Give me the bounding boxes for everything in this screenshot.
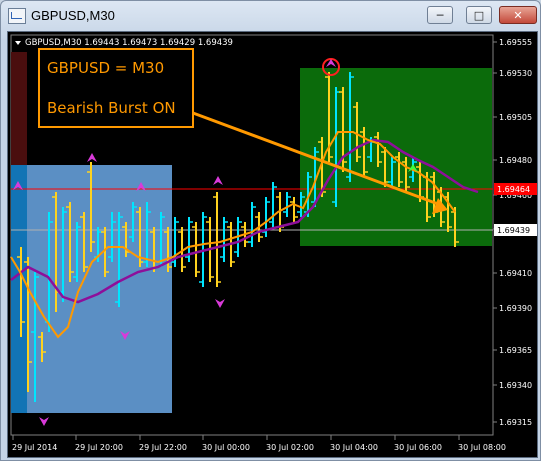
price-tick-label: 1.69315	[499, 418, 532, 427]
buy-arrow-icon	[213, 176, 223, 185]
buy-arrow-icon	[87, 153, 97, 162]
time-scale: 29 Jul 2014 29 Jul 20:00 29 Jul 22:00 30 Ju…	[12, 435, 506, 452]
chart-window: GBPUSD,M30 ─ □ ✕ GBPUSD = M30 Bearish Bu…	[0, 0, 541, 461]
chart-area[interactable]: GBPUSD = M30 Bearish Burst ON GBPUSD,M30…	[7, 31, 538, 458]
price-tick-label: 1.69410	[499, 269, 532, 278]
time-tick-label: 29 Jul 2014	[12, 443, 57, 452]
bid-price-label: 1.69439	[497, 226, 530, 235]
chart-header: GBPUSD,M30 1.69443 1.69473 1.69429 1.694…	[25, 38, 233, 48]
time-tick-label: 30 Jul 04:00	[330, 443, 378, 452]
time-tick-label: 30 Jul 02:00	[266, 443, 314, 452]
price-chart[interactable]: GBPUSD = M30 Bearish Burst ON GBPUSD,M30…	[8, 32, 537, 457]
price-tick-label: 1.69555	[499, 38, 532, 47]
price-tick-label: 1.69390	[499, 304, 532, 313]
annotation-line-1: GBPUSD = M30	[47, 59, 164, 77]
minimize-button[interactable]: ─	[427, 6, 453, 24]
maximize-icon: □	[473, 8, 485, 22]
title-bar[interactable]: GBPUSD,M30 ─ □ ✕	[1, 1, 540, 31]
price-tick-label: 1.69340	[499, 381, 532, 390]
close-icon: ✕	[513, 8, 523, 22]
price-tick-label: 1.69505	[499, 113, 532, 122]
price-tick-label: 1.69365	[499, 346, 532, 355]
price-tick-label: 1.69480	[499, 156, 532, 165]
time-tick-label: 30 Jul 00:00	[202, 443, 250, 452]
time-tick-label: 30 Jul 06:00	[394, 443, 442, 452]
sell-arrow-icon	[215, 299, 225, 308]
minimize-icon: ─	[436, 8, 444, 22]
annotation-line-2: Bearish Burst ON	[47, 99, 176, 117]
close-button[interactable]: ✕	[499, 6, 537, 24]
time-tick-label: 29 Jul 22:00	[139, 443, 187, 452]
time-tick-label: 29 Jul 20:00	[75, 443, 123, 452]
dropdown-triangle-icon[interactable]	[15, 41, 21, 45]
window-title: GBPUSD,M30	[31, 8, 115, 23]
current-price-label: 1.69464	[497, 185, 530, 194]
range-box-left-top	[11, 52, 27, 165]
maximize-button[interactable]: □	[466, 6, 492, 24]
time-tick-label: 30 Jul 08:00	[458, 443, 506, 452]
chart-window-icon	[8, 8, 26, 24]
sell-arrow-icon	[39, 417, 49, 426]
price-tick-label: 1.69530	[499, 69, 532, 78]
